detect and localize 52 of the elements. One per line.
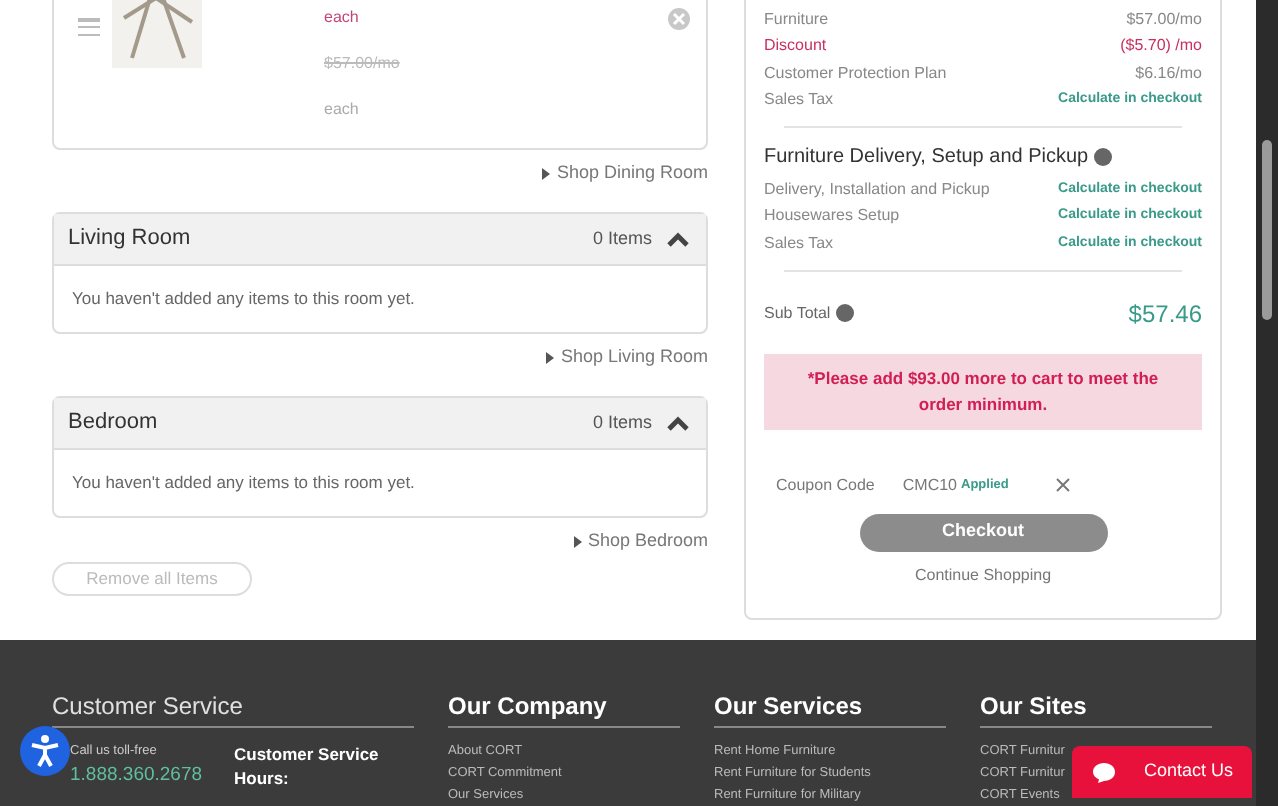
item-count: 0 Items (592, 409, 652, 436)
line-label: Housewares Setup (764, 204, 900, 229)
footer-heading: Our Services (714, 688, 946, 728)
empty-room-message: You haven't added any items to this room yet. (72, 470, 415, 496)
coupon-code: CMC10 (902, 473, 957, 497)
unit-label: each (324, 98, 361, 122)
room-title: Bedroom (68, 408, 158, 439)
footer-heading: Our Sites (980, 688, 1212, 728)
shop-link[interactable]: Shop Dining Room (542, 160, 708, 188)
close-icon[interactable] (1056, 478, 1071, 492)
continue-shopping-link[interactable]: Continue Shopping (914, 563, 1052, 587)
item-count: 0 Items (592, 225, 652, 252)
line-value: $57.00/mo (1126, 7, 1202, 32)
subtotal-amount: $57.46 (1128, 297, 1202, 331)
line-label: Customer Protection Plan (764, 61, 947, 86)
line-label: Furniture (764, 7, 829, 32)
empty-room-message: You haven't added any items to this room yet. (72, 286, 415, 312)
room-header[interactable]: Bedroom 0 Items (54, 398, 706, 450)
hours-title: Customer Service Hours: (234, 742, 381, 790)
chevron-up-icon[interactable] (666, 231, 690, 247)
order-minimum-warning: *Please add $93.00 more to cart to meet the order minimum. (764, 353, 1202, 429)
info-icon[interactable] (1094, 148, 1113, 166)
scrollbar-thumb[interactable] (1262, 140, 1272, 320)
accessibility-icon[interactable] (20, 726, 70, 776)
subtotal-label: Sub Total (764, 301, 831, 325)
section-title: Furniture Delivery, Setup and Pickup (764, 144, 1089, 172)
line-value: $6.16/mo (1135, 61, 1202, 86)
room-title: Living Room (68, 224, 191, 255)
shop-link[interactable]: Shop Bedroom (573, 528, 708, 556)
checkout-button[interactable]: Checkout (859, 513, 1107, 551)
chevron-up-icon[interactable] (666, 415, 690, 431)
caret-icon (546, 352, 555, 364)
chat-bubble-icon (1092, 761, 1116, 783)
line-label: Sales Tax (764, 231, 834, 256)
coupon-label: Coupon Code (776, 473, 875, 497)
caret-icon (573, 536, 582, 548)
info-icon[interactable] (836, 304, 855, 322)
line-value: ($5.70) /mo (1120, 34, 1202, 59)
contact-us-button[interactable]: Contact Us (1072, 746, 1252, 798)
shop-link[interactable]: Shop Living Room (546, 344, 708, 372)
drag-handle-icon[interactable] (78, 18, 100, 36)
phone-link[interactable]: 1.888.360.2678 (70, 761, 234, 790)
line-label: Sales Tax (764, 88, 834, 113)
line-label: Discount (764, 34, 827, 59)
footer-heading: Customer Service (52, 688, 414, 728)
caret-icon (542, 168, 551, 180)
scrollbar[interactable] (1256, 0, 1278, 806)
footer-heading: Our Company (448, 688, 680, 728)
original-price: $57.00/mo (324, 52, 400, 76)
room-header[interactable]: Living Room 0 Items (54, 214, 706, 266)
line-label: Delivery, Installation and Pickup (764, 177, 990, 202)
price-note: each (324, 6, 361, 30)
